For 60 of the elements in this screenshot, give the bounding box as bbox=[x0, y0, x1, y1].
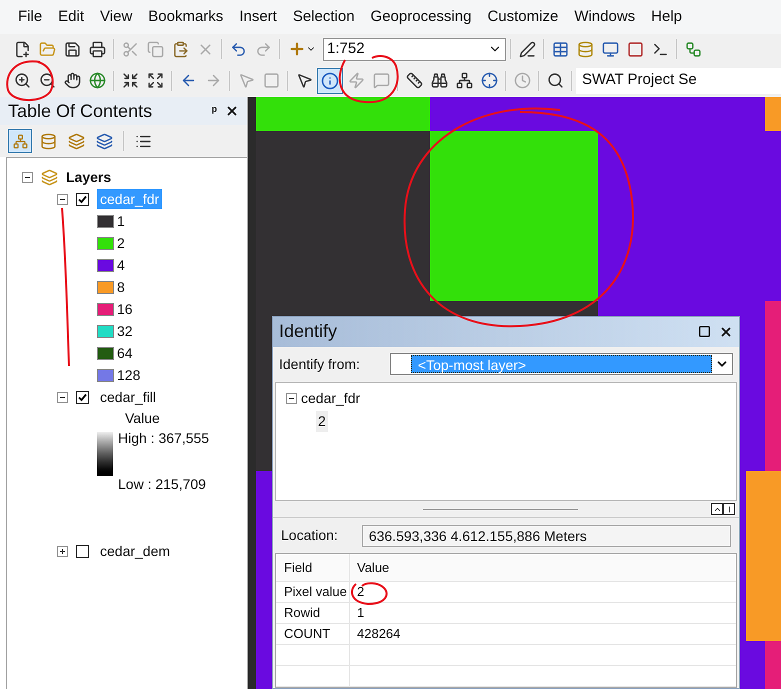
class-label: 16 bbox=[117, 300, 133, 318]
location-field: 636.593,336 4.612.155,886 Meters bbox=[362, 524, 731, 547]
high-label: High : 367,555 bbox=[118, 429, 210, 448]
column-header: Value bbox=[357, 558, 390, 577]
column-header: Field bbox=[284, 558, 312, 577]
class-label: 1 bbox=[117, 212, 125, 230]
tree-layer-label[interactable]: cedar_fdr bbox=[301, 388, 360, 410]
stretch-ramp bbox=[97, 432, 113, 476]
scale-combobox[interactable]: 1:752 bbox=[323, 38, 506, 60]
layer-name[interactable]: cedar_dem bbox=[97, 541, 174, 561]
layers-icon bbox=[41, 168, 58, 186]
value-cell-text: 428264 bbox=[357, 625, 400, 644]
split-panel-icon[interactable] bbox=[723, 503, 735, 516]
value-cell-text: 1 bbox=[357, 604, 364, 622]
class-label: 4 bbox=[117, 256, 125, 274]
menu-item[interactable]: Insert bbox=[233, 6, 283, 28]
data-frame-label: Layers bbox=[66, 168, 112, 187]
collapse-icon[interactable] bbox=[22, 172, 33, 182]
tree-value-item[interactable]: 2 bbox=[316, 411, 328, 432]
menu-item[interactable]: Windows bbox=[568, 6, 642, 28]
menu-item[interactable]: Geoprocessing bbox=[364, 6, 478, 28]
menu-item[interactable]: View bbox=[94, 6, 138, 28]
location-label: Location: bbox=[281, 526, 338, 546]
close-icon[interactable] bbox=[225, 104, 239, 118]
class-label: 8 bbox=[117, 278, 125, 296]
class-label: 2 bbox=[117, 234, 125, 252]
maximize-icon[interactable] bbox=[698, 325, 711, 338]
pin-icon[interactable]: ᵖ bbox=[212, 101, 217, 121]
field-name-cell-text: Pixel value bbox=[284, 583, 347, 602]
panel-title: Table Of Contents bbox=[8, 100, 152, 122]
low-label: Low : 215,709 bbox=[118, 475, 207, 494]
menu-item[interactable]: Help bbox=[645, 6, 688, 28]
layer-checkbox[interactable] bbox=[76, 192, 89, 206]
collapse-icon[interactable] bbox=[57, 392, 68, 402]
identify-button[interactable] bbox=[317, 68, 343, 94]
menu-item[interactable]: Bookmarks bbox=[142, 6, 230, 28]
layer-checkbox[interactable] bbox=[76, 390, 89, 404]
field-name-cell-text: COUNT bbox=[284, 625, 330, 644]
menu-item[interactable]: File bbox=[12, 6, 48, 28]
plus-icon bbox=[288, 40, 306, 58]
menu-item[interactable]: Edit bbox=[52, 6, 90, 28]
expand-icon[interactable] bbox=[57, 546, 68, 556]
swat-toolbar-label[interactable]: SWAT Project Se bbox=[582, 69, 697, 92]
value-cell-text: 2 bbox=[357, 583, 364, 602]
collapse-panel-icon[interactable] bbox=[711, 503, 723, 516]
window-title: Identify bbox=[279, 320, 338, 344]
layer-name[interactable]: cedar_fill bbox=[97, 387, 160, 407]
field-label: Value bbox=[124, 409, 161, 428]
field-name-cell-text: Rowid bbox=[284, 604, 320, 622]
list-by-drawing-order-tab[interactable] bbox=[8, 129, 32, 153]
identify-from-label: Identify from: bbox=[279, 354, 360, 374]
class-label: 64 bbox=[117, 344, 133, 362]
menu-item[interactable]: Selection bbox=[286, 6, 361, 28]
class-label: 128 bbox=[117, 366, 140, 384]
menu-item[interactable]: Customize bbox=[481, 6, 564, 28]
collapse-icon[interactable] bbox=[57, 194, 68, 204]
class-label: 32 bbox=[117, 322, 133, 340]
layer-checkbox[interactable] bbox=[76, 544, 89, 558]
collapse-icon[interactable] bbox=[286, 393, 297, 404]
close-icon[interactable] bbox=[719, 324, 733, 339]
